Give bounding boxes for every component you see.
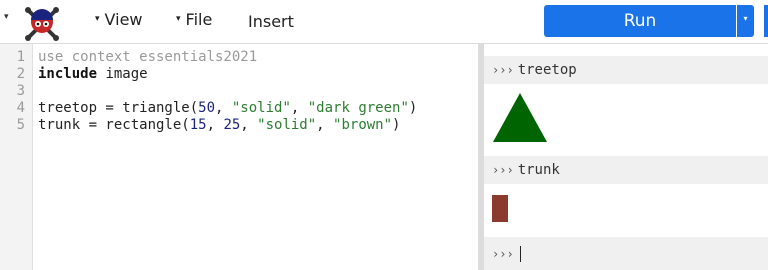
text-cursor xyxy=(519,245,521,262)
pyret-logo-icon[interactable] xyxy=(22,2,62,42)
interactions-pane[interactable]: ››› treetop ››› trunk ››› xyxy=(484,44,768,270)
line-number: 2 xyxy=(16,66,25,82)
insert-button[interactable]: Insert xyxy=(248,12,294,31)
code-token: , xyxy=(316,117,334,133)
rectangle-output-image[interactable] xyxy=(492,195,512,225)
file-menu[interactable]: ▾ File xyxy=(176,10,212,29)
code-token: , xyxy=(215,100,232,116)
code-line[interactable]: use context essentials2021 xyxy=(38,49,257,66)
code-token: image xyxy=(97,66,148,82)
run-button[interactable]: Run xyxy=(544,5,736,37)
repl-expression: trunk xyxy=(517,162,560,178)
code-token: use context essentials2021 xyxy=(38,49,258,65)
toolbar-overflow-button[interactable] xyxy=(764,5,768,37)
line-number: 4 xyxy=(16,100,25,116)
code-token: "solid" xyxy=(257,117,317,133)
repl-expression: treetop xyxy=(517,62,577,78)
line-number: 1 xyxy=(16,49,25,65)
view-menu[interactable]: ▾ View xyxy=(95,10,143,29)
repl-input-row[interactable]: ››› xyxy=(484,237,768,270)
toolbar: ▾ ▾ View ▾ File Insert Run ▾ xyxy=(0,0,768,44)
code-token: treetop = triangle( xyxy=(38,100,199,116)
code-token: "solid" xyxy=(231,100,291,116)
code-token: , xyxy=(206,117,224,133)
code-token: ) xyxy=(408,100,418,116)
file-menu-caret-icon: ▾ xyxy=(176,13,181,24)
line-number: 5 xyxy=(16,117,25,133)
view-menu-label: View xyxy=(104,10,143,29)
code-token: 15 xyxy=(189,117,207,133)
repl-output xyxy=(484,190,768,230)
code-line[interactable]: treetop = triangle(50, "solid", "dark gr… xyxy=(38,100,417,117)
code-token: , xyxy=(240,117,258,133)
code-token: "brown" xyxy=(333,117,393,133)
repl-history-entry: ››› trunk xyxy=(484,156,768,184)
code-token: trunk = rectangle( xyxy=(38,117,190,133)
file-menu-label: File xyxy=(185,10,213,29)
code-token: , xyxy=(290,100,308,116)
code-line[interactable]: include image xyxy=(38,66,148,83)
code-token: include xyxy=(38,66,98,82)
prompt-chevron-icon: ››› xyxy=(492,246,514,261)
code-token: 50 xyxy=(198,100,216,116)
repl-history-entry: ››› treetop xyxy=(484,56,768,84)
code-token: 25 xyxy=(223,117,241,133)
line-number: 3 xyxy=(16,83,25,99)
prompt-chevron-icon: ››› xyxy=(492,163,514,177)
logo-menu-caret-icon[interactable]: ▾ xyxy=(4,12,9,22)
line-number-gutter: 1 2 3 4 5 xyxy=(0,44,33,270)
view-menu-caret-icon: ▾ xyxy=(95,13,100,24)
prompt-chevron-icon: ››› xyxy=(492,63,514,77)
triangle-output-image[interactable] xyxy=(491,93,551,145)
run-options-dropdown-icon[interactable]: ▾ xyxy=(737,5,754,37)
code-token: "dark green" xyxy=(307,100,409,116)
code-line[interactable]: trunk = rectangle(15, 25, "solid", "brow… xyxy=(38,117,400,134)
definitions-editor[interactable]: 1 2 3 4 5 use context essentials2021 incl… xyxy=(0,44,478,270)
code-token: ) xyxy=(392,117,401,133)
repl-output xyxy=(484,90,768,144)
